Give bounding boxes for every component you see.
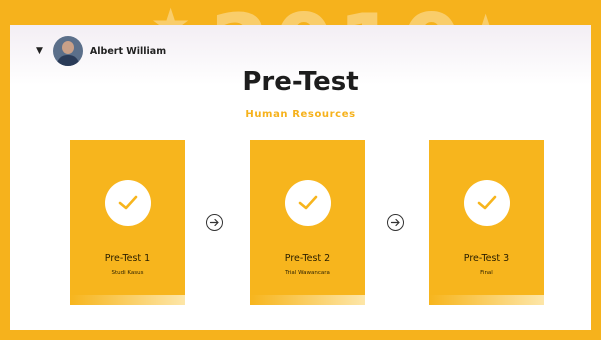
step-title: Pre-Test 2 (284, 253, 331, 264)
user-name: Albert William (89, 45, 167, 57)
step-subtitle: Final (480, 270, 493, 276)
step-subtitle: Studi Kasus (111, 270, 144, 276)
avatar[interactable] (52, 36, 83, 66)
step-subtitle: Trial Wawancara (285, 270, 330, 276)
check-icon (464, 180, 510, 226)
main-panel: ▼ Albert William Pre-Test Human Resource… (10, 25, 591, 330)
step-card-1[interactable]: Pre-Test 1 Studi Kasus (70, 140, 185, 305)
arrow-right-circle-icon (387, 214, 404, 231)
step-card-3[interactable]: Pre-Test 3 Final (429, 140, 544, 305)
step-card-2[interactable]: Pre-Test 2 Trial Wawancara (250, 140, 365, 305)
step-title: Pre-Test 1 (104, 253, 151, 264)
page-title: Pre-Test (242, 67, 359, 97)
check-icon (105, 180, 151, 226)
caret-down-icon[interactable]: ▼ (36, 46, 43, 56)
page-subtitle: Human Resources (245, 109, 356, 120)
arrow-right-circle-icon (206, 214, 223, 231)
user-menu[interactable]: ▼ Albert William (36, 36, 166, 66)
check-icon (285, 180, 331, 226)
step-title: Pre-Test 3 (463, 253, 510, 264)
